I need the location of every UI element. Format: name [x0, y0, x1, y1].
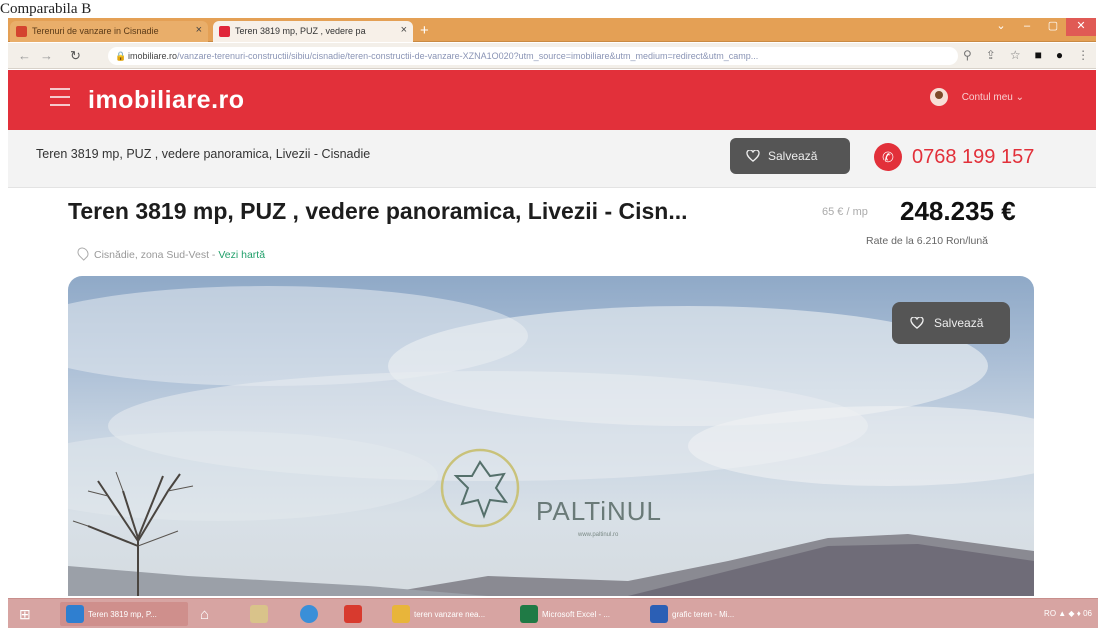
browser-tab-bar: Terenuri de vanzare in Cisnadie × Teren …: [8, 18, 1096, 42]
screenshot-page: Comparabila B Terenuri de vanzare in Cis…: [0, 0, 1098, 628]
back-arrow-icon[interactable]: ←: [18, 48, 31, 63]
taskbar-label: teren vanzare nea...: [414, 610, 486, 619]
favicon-icon: [16, 26, 27, 37]
window-controls: ⌄ – ▢ ✕: [988, 18, 1096, 36]
edge-browser-icon[interactable]: [294, 602, 322, 626]
save-listing-button[interactable]: Salvează: [730, 138, 850, 174]
site-header: imobiliare.ro Contul meu ⌄: [8, 70, 1096, 130]
maximize-button[interactable]: ▢: [1040, 18, 1066, 36]
taskbar-app-excel[interactable]: Microsoft Excel - ...: [514, 602, 638, 626]
user-avatar-icon[interactable]: [930, 88, 948, 106]
phone-number[interactable]: 0768 199 157: [912, 146, 1034, 169]
close-tab-icon[interactable]: ×: [196, 24, 202, 36]
taskbar-app-browser[interactable]: Teren 3819 mp, P...: [60, 602, 188, 626]
file-explorer-icon[interactable]: [244, 602, 272, 626]
landscape-photo: [68, 286, 1034, 596]
browser-tab-1[interactable]: Terenuri de vanzare in Cisnadie ×: [10, 21, 208, 42]
extension-square-icon[interactable]: ■: [1035, 48, 1042, 62]
listing-photo[interactable]: Salvează PALTiNUL www.paltinul.ro: [68, 276, 1034, 596]
system-tray[interactable]: RO ▲ ◆ ♦ 06: [1044, 609, 1092, 618]
windows-start-icon[interactable]: ⊞: [12, 602, 40, 626]
favicon-icon: [219, 26, 230, 37]
new-tab-button[interactable]: +: [420, 22, 429, 39]
windows-taskbar: ⊞ Teren 3819 mp, P... ⌂ teren vanzare ne…: [8, 598, 1098, 628]
zoom-icon[interactable]: ⚲: [963, 48, 972, 62]
installment-rate[interactable]: Rate de la 6.210 Ron/lună: [866, 235, 988, 247]
save-button-label: Salvează: [768, 149, 818, 163]
document-icon: [650, 605, 668, 623]
menu-chevron-icon[interactable]: ⌄: [988, 18, 1014, 36]
tab-label: Terenuri de vanzare in Cisnadie: [32, 26, 159, 36]
share-icon[interactable]: ⇪: [986, 48, 996, 62]
lock-icon: 🔒: [115, 51, 127, 61]
heart-icon: [746, 150, 760, 162]
watermark-url: www.paltinul.ro: [578, 532, 619, 538]
site-logo[interactable]: imobiliare.ro: [88, 86, 245, 115]
reload-icon[interactable]: ↻: [70, 48, 81, 64]
photo-save-label: Salvează: [934, 316, 984, 330]
extension-acorn-icon[interactable]: ●: [1056, 48, 1063, 62]
phone-icon[interactable]: ✆: [874, 143, 902, 171]
account-menu-link[interactable]: Contul meu ⌄: [962, 92, 1024, 103]
photo-save-button[interactable]: Salvează: [892, 302, 1010, 344]
url-field[interactable]: 🔒 imobiliare.ro/vanzare-terenuri-constru…: [108, 47, 958, 65]
taskbar-label: Teren 3819 mp, P...: [88, 610, 157, 619]
taskbar-label: grafic teren - Mi...: [672, 610, 735, 619]
home-icon[interactable]: ⌂: [194, 602, 222, 626]
map-pin-icon: [75, 245, 91, 261]
folder-icon: [392, 605, 410, 623]
minimize-button[interactable]: –: [1014, 18, 1040, 36]
sticky-listing-title: Teren 3819 mp, PUZ , vedere panoramica, …: [36, 147, 371, 161]
browser-menu-icon[interactable]: ⋮: [1077, 48, 1089, 62]
document-caption: Comparabila B: [0, 1, 92, 17]
listing-price: 248.235 €: [900, 196, 1016, 226]
browser-app-icon: [66, 605, 84, 623]
location-text: Cisnădie, zona Sud-Vest: [94, 249, 209, 261]
taskbar-label: Microsoft Excel - ...: [542, 610, 611, 619]
tab-label: Teren 3819 mp, PUZ , vedere pa: [235, 26, 366, 36]
watermark-brand: PALTiNUL: [536, 496, 662, 526]
listing-location: Cisnădie, zona Sud-Vest - Vezi hartă: [75, 245, 265, 261]
url-host: imobiliare.ro: [128, 51, 178, 61]
taskbar-app-folder[interactable]: teren vanzare nea...: [386, 602, 508, 626]
close-tab-icon[interactable]: ×: [401, 24, 407, 36]
view-map-link[interactable]: Vezi hartă: [218, 249, 265, 261]
excel-icon: [520, 605, 538, 623]
forward-arrow-icon[interactable]: →: [40, 48, 53, 63]
taskbar-app-word[interactable]: grafic teren - Mi...: [644, 602, 774, 626]
price-box: 65 € / mp 248.235 € Rate de la 6.210 Ron…: [800, 196, 1040, 260]
sticky-listing-bar: Teren 3819 mp, PUZ , vedere panoramica, …: [8, 130, 1096, 188]
listing-title: Teren 3819 mp, PUZ , vedere panoramica, …: [68, 198, 688, 224]
price-per-sqm: 65 € / mp: [822, 206, 868, 218]
close-window-button[interactable]: ✕: [1066, 18, 1096, 36]
address-bar-row: ← → ↻ 🔒 imobiliare.ro/vanzare-terenuri-c…: [8, 43, 1096, 69]
heart-icon: [910, 317, 924, 329]
address-bar-icons: ⚲ ⇪ ☆ ■ ● ⋮: [963, 48, 1089, 62]
browser-tab-2[interactable]: Teren 3819 mp, PUZ , vedere pa ×: [213, 21, 413, 42]
pdf-reader-icon[interactable]: [338, 602, 366, 626]
hamburger-menu-icon[interactable]: [50, 88, 70, 108]
bookmark-star-icon[interactable]: ☆: [1010, 48, 1021, 62]
url-path: /vanzare-terenuri-constructii/sibiu/cisn…: [177, 51, 759, 61]
